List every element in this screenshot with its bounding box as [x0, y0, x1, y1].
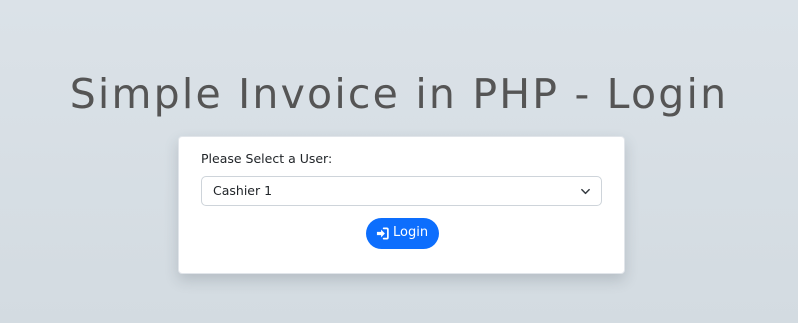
user-select-value: Cashier 1	[213, 183, 273, 198]
sign-in-icon	[376, 227, 389, 240]
login-button-label: Login	[393, 225, 429, 240]
page-title: Simple Invoice in PHP - Login	[69, 70, 729, 118]
user-select[interactable]: Cashier 1	[201, 176, 602, 206]
user-select-label: Please Select a User:	[201, 151, 333, 166]
login-card: Please Select a User: Cashier 1 Login	[178, 136, 625, 274]
login-button[interactable]: Login	[366, 218, 439, 249]
chevron-down-icon	[581, 188, 590, 195]
